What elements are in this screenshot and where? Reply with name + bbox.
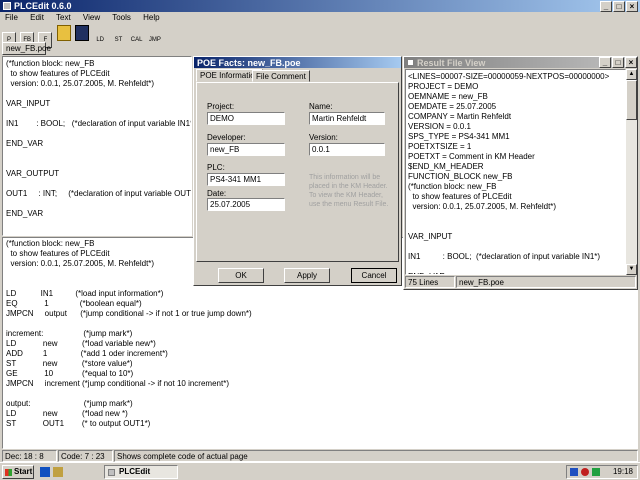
start-button[interactable]: Start — [2, 465, 34, 479]
project-label: Project: — [207, 102, 235, 111]
name-label: Name: — [309, 102, 333, 111]
doc-tab[interactable]: new_FB.poe — [2, 42, 51, 55]
st-button[interactable]: ST — [111, 33, 125, 49]
open-folder-icon[interactable] — [56, 25, 71, 41]
status-dec: Dec: 18 : 8 — [2, 450, 57, 462]
dialog-title-bar: POE Facts: new_FB.poe — [194, 57, 401, 68]
windows-logo-icon — [5, 469, 12, 476]
result-text: <LINES=00007-SIZE=00000059-NEXTPOS=00000… — [408, 72, 610, 274]
menu-file[interactable]: File — [5, 13, 18, 22]
menu-view[interactable]: View — [83, 13, 100, 22]
minimize-button[interactable]: _ — [600, 0, 612, 12]
apply-button[interactable]: Apply — [284, 268, 330, 283]
menu-edit[interactable]: Edit — [30, 13, 44, 22]
menu-text[interactable]: Text — [56, 13, 71, 22]
version-field[interactable]: 0.0.1 — [309, 143, 385, 156]
version-label: Version: — [309, 133, 338, 142]
quicklaunch-icon-2[interactable] — [53, 467, 63, 477]
status-code: Code: 7 : 23 — [58, 450, 113, 462]
result-minimize-button[interactable]: _ — [599, 57, 611, 68]
plc-label: PLC: — [207, 163, 225, 172]
app-title: PLCEdit 0.6.0 — [14, 1, 72, 11]
result-file-name: new_FB.poe — [456, 276, 636, 288]
ok-button[interactable]: OK — [218, 268, 264, 283]
main-title-bar: PLCEdit 0.6.0 _ □ × — [0, 0, 640, 12]
scroll-thumb[interactable] — [626, 80, 637, 120]
plc-field[interactable]: PS4-341 MM1 — [207, 173, 285, 186]
result-line-count: 75 Lines — [405, 276, 455, 288]
result-close-button[interactable]: × — [625, 57, 637, 68]
cal-button[interactable]: CAL — [130, 33, 144, 49]
tray-icon-2[interactable] — [581, 468, 589, 476]
status-bar: Dec: 18 : 8 Code: 7 : 23 Shows complete … — [0, 450, 640, 462]
result-maximize-button[interactable]: □ — [612, 57, 624, 68]
close-button[interactable]: × — [626, 0, 638, 12]
result-window-icon — [407, 59, 414, 66]
maximize-button[interactable]: □ — [613, 0, 625, 12]
tray-icon-3[interactable] — [592, 468, 600, 476]
date-label: Date: — [207, 189, 227, 198]
taskbar: Start PLCEdit 19:18 — [0, 462, 640, 480]
tray-icon-1[interactable] — [570, 468, 578, 476]
cancel-button[interactable]: Cancel — [351, 268, 397, 283]
scroll-down-arrow-icon[interactable]: ▼ — [626, 264, 637, 275]
menu-tools[interactable]: Tools — [112, 13, 131, 22]
status-message: Shows complete code of actual page — [114, 450, 638, 462]
result-status-bar: 75 Lines new_FB.poe — [405, 276, 636, 288]
save-disk-icon[interactable] — [74, 25, 89, 41]
jmp-button[interactable]: JMP — [148, 33, 162, 49]
menu-bar: File Edit Text View Tools Help — [0, 12, 640, 23]
scroll-up-arrow-icon[interactable]: ▲ — [626, 69, 637, 80]
result-title: Result File View — [417, 57, 486, 68]
result-text-area[interactable]: <LINES=00007-SIZE=00000059-NEXTPOS=00000… — [405, 69, 626, 275]
plcedit-task-icon — [108, 469, 115, 476]
dialog-tabs: POE Information File Comment — [196, 69, 399, 83]
date-field[interactable]: 25.07.2005 — [207, 198, 285, 211]
result-file-view-window: Result File View _ □ × <LINES=00007-SIZE… — [403, 56, 638, 290]
ld-button[interactable]: LD — [93, 33, 107, 49]
app-icon — [3, 2, 11, 10]
result-title-bar: Result File View _ □ × — [404, 57, 637, 68]
taskbar-item-plcedit[interactable]: PLCEdit — [104, 465, 178, 479]
menu-help[interactable]: Help — [143, 13, 159, 22]
developer-field[interactable]: new_FB — [207, 143, 285, 156]
declaration-editor[interactable]: (*function block: new_FB to show feature… — [2, 56, 192, 236]
toolbar: P FB F LD ST CAL JMP — [2, 24, 638, 48]
quicklaunch-icon-1[interactable] — [40, 467, 50, 477]
clock: 19:18 — [612, 467, 633, 476]
name-field[interactable]: Martin Rehfeldt — [309, 112, 385, 125]
developer-label: Developer: — [207, 133, 246, 142]
declaration-text: (*function block: new_FB to show feature… — [6, 59, 191, 218]
system-tray: 19:18 — [566, 465, 638, 479]
poe-facts-dialog: POE Facts: new_FB.poe POE Information Fi… — [193, 56, 402, 286]
dialog-panel: Project: DEMO Name: Martin Rehfeldt Deve… — [196, 82, 399, 262]
dialog-title: POE Facts: new_FB.poe — [197, 57, 301, 68]
project-field[interactable]: DEMO — [207, 112, 285, 125]
result-scrollbar[interactable]: ▲ ▼ — [626, 69, 637, 275]
tab-file-comment[interactable]: File Comment — [252, 70, 310, 82]
info-text: This information will be placed in the K… — [309, 174, 389, 208]
